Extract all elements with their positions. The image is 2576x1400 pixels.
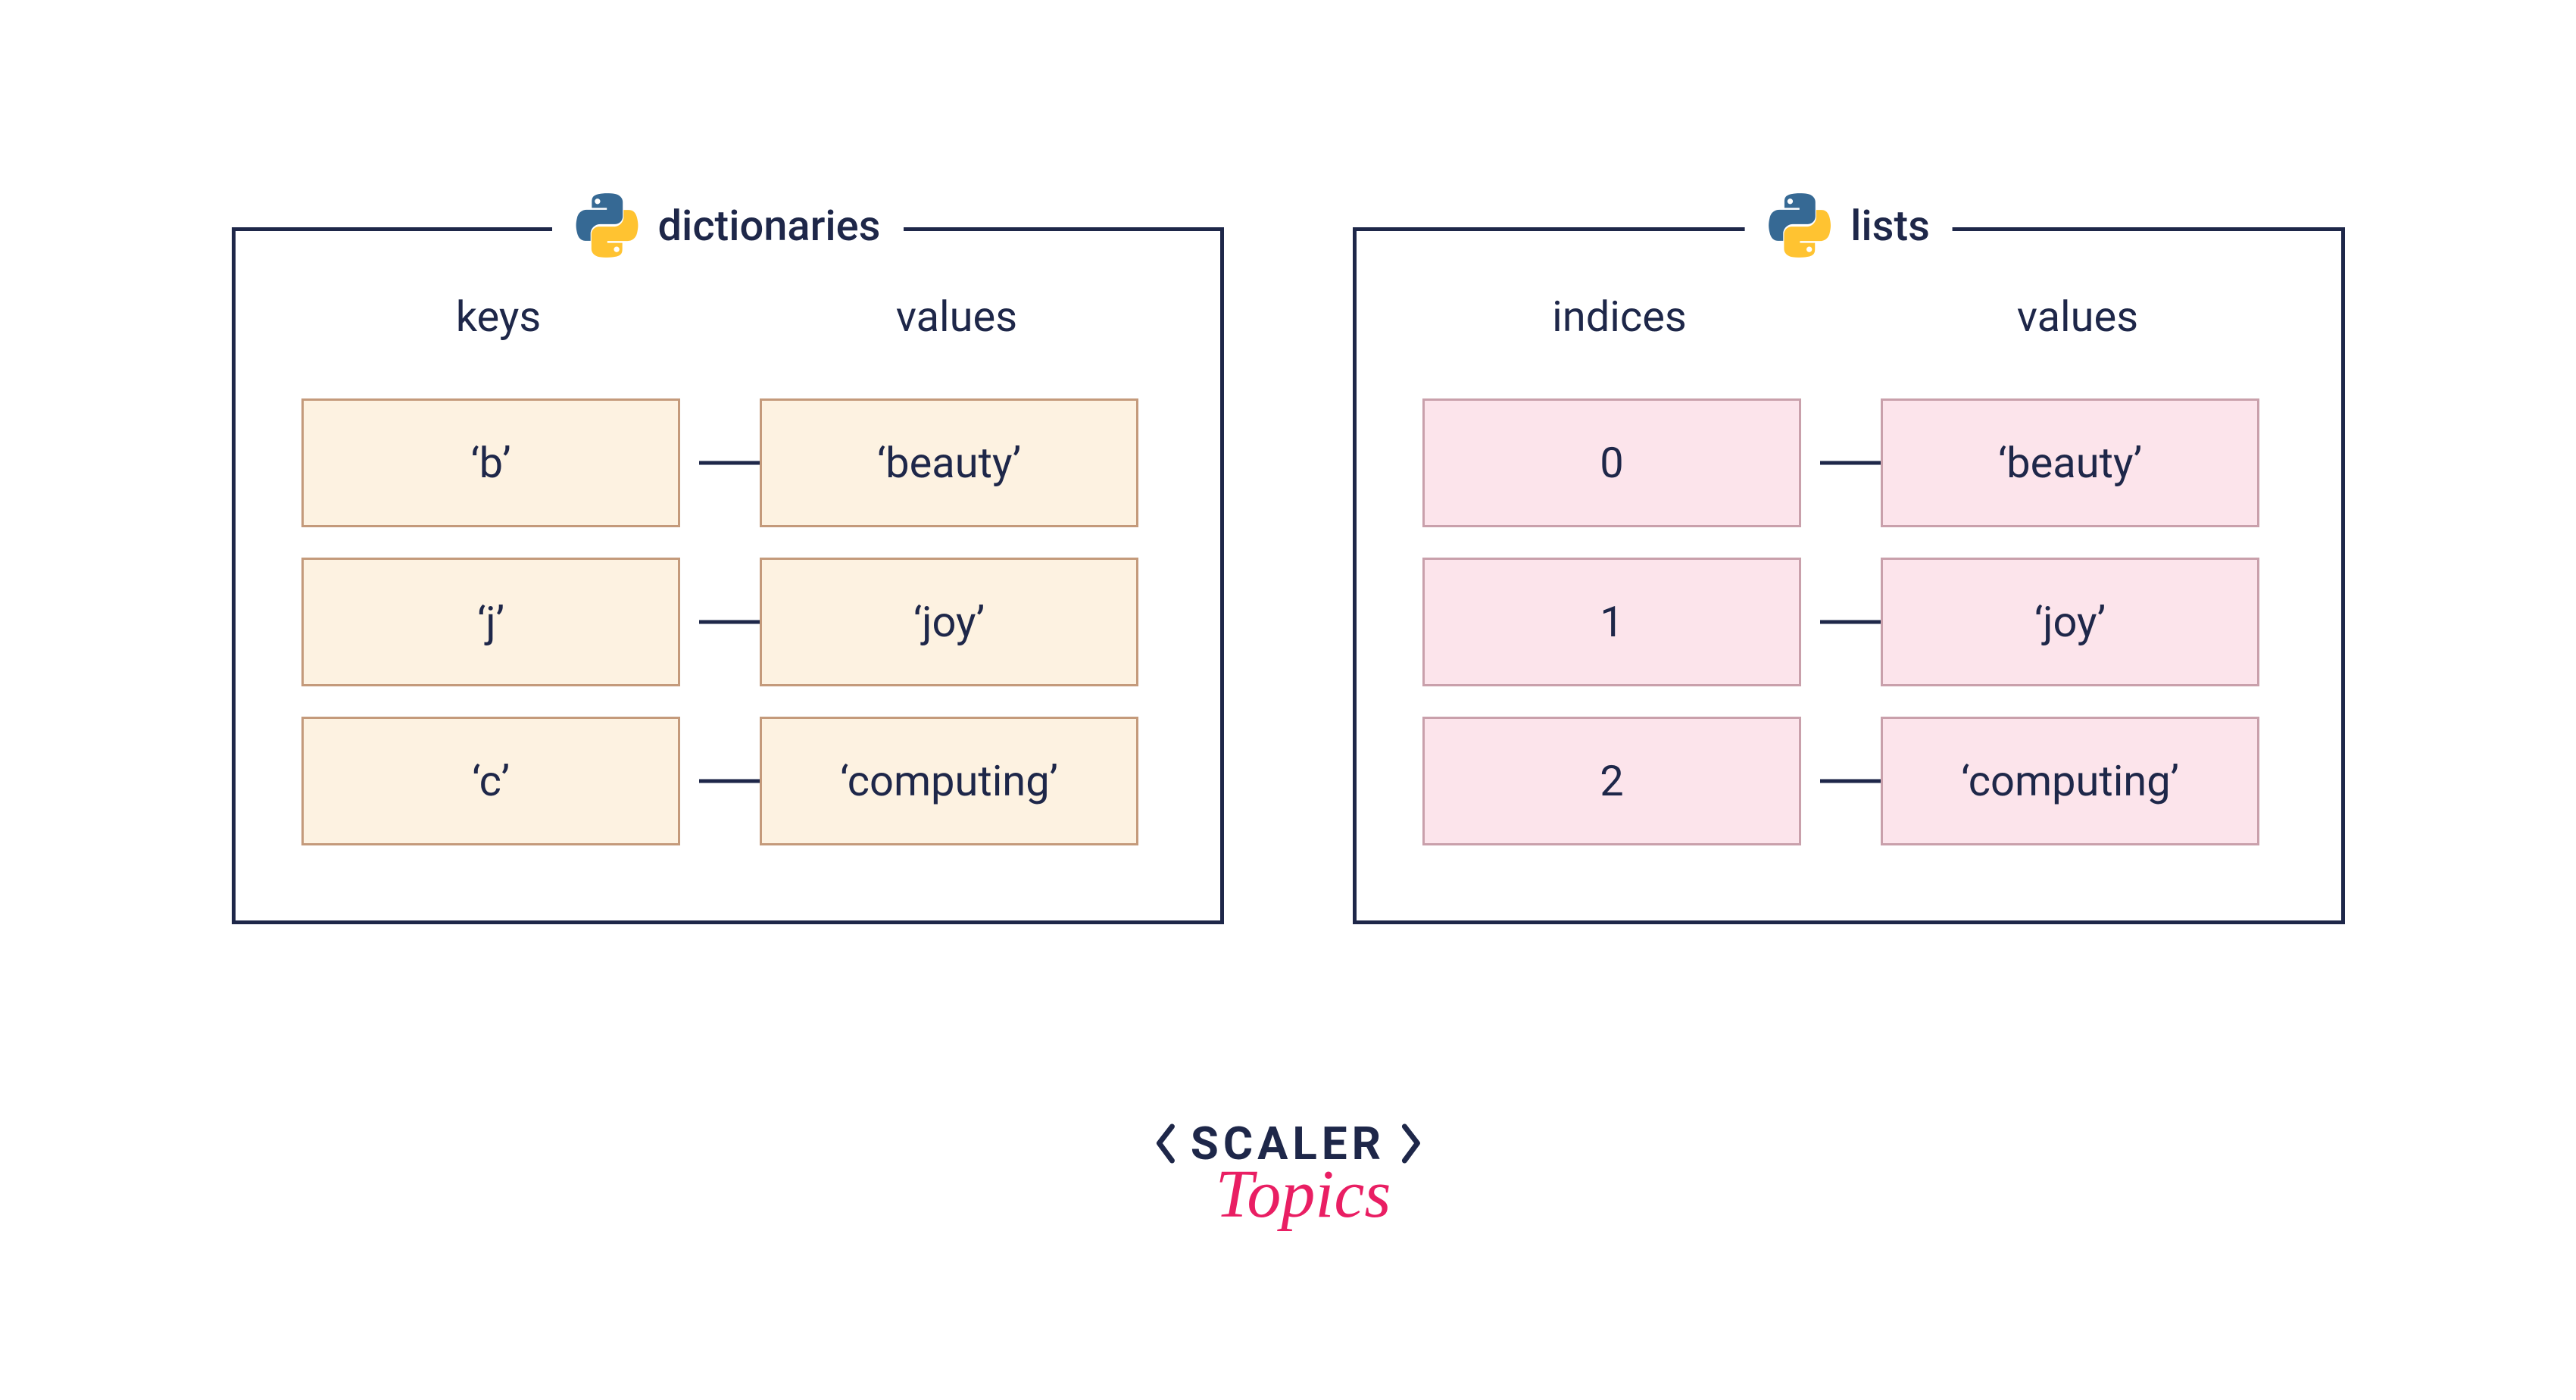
dictionaries-columns: keys ‘b’ ‘j’ ‘c’ [236, 231, 1220, 920]
value-row-1: ‘joy’ [1881, 558, 2275, 686]
dictionaries-title-group: dictionaries [552, 193, 904, 258]
index-row-2: 2 [1422, 717, 1816, 845]
value-cell: ‘beauty’ [760, 398, 1138, 527]
value-row-1: ‘joy’ [760, 558, 1154, 686]
python-icon [1767, 193, 1831, 258]
lists-title: lists [1850, 201, 1930, 251]
value-cell: ‘computing’ [1881, 717, 2259, 845]
chevron-left-icon [1153, 1123, 1176, 1164]
values-column-list: values ‘beauty’ ‘joy’ ‘computing’ [1881, 292, 2275, 920]
key-cell: ‘c’ [301, 717, 680, 845]
values-header-dict: values [896, 292, 1017, 342]
panels-container: dictionaries keys ‘b’ ‘j’ ‘c’ [0, 0, 2576, 924]
key-row-0: ‘b’ [301, 398, 695, 527]
index-row-0: 0 [1422, 398, 1816, 527]
key-row-2: ‘c’ [301, 717, 695, 845]
index-cell: 1 [1422, 558, 1801, 686]
index-row-1: 1 [1422, 558, 1816, 686]
lists-columns: indices 0 1 2 [1357, 231, 2341, 920]
lists-panel: lists indices 0 1 2 [1353, 227, 2345, 924]
scaler-logo: SCALER Topics [1153, 1117, 1423, 1233]
values-column-dict: values ‘beauty’ ‘joy’ ‘computing’ [760, 292, 1154, 920]
value-row-2: ‘computing’ [760, 717, 1154, 845]
dictionaries-title: dictionaries [658, 201, 881, 251]
keys-header: keys [456, 292, 542, 342]
indices-column: indices 0 1 2 [1422, 292, 1816, 920]
value-cell: ‘joy’ [1881, 558, 2259, 686]
indices-header: indices [1552, 292, 1687, 342]
value-row-0: ‘beauty’ [1881, 398, 2275, 527]
lists-title-group: lists [1744, 193, 1953, 258]
value-cell: ‘beauty’ [1881, 398, 2259, 527]
keys-column: keys ‘b’ ‘j’ ‘c’ [301, 292, 695, 920]
index-cell: 0 [1422, 398, 1801, 527]
chevron-right-icon [1400, 1123, 1423, 1164]
index-cell: 2 [1422, 717, 1801, 845]
topics-text: Topics [1216, 1155, 1391, 1233]
value-row-0: ‘beauty’ [760, 398, 1154, 527]
value-cell: ‘computing’ [760, 717, 1138, 845]
key-cell: ‘b’ [301, 398, 680, 527]
python-icon [575, 193, 639, 258]
value-row-2: ‘computing’ [1881, 717, 2275, 845]
values-header-list: values [2017, 292, 2138, 342]
key-cell: ‘j’ [301, 558, 680, 686]
value-cell: ‘joy’ [760, 558, 1138, 686]
dictionaries-panel: dictionaries keys ‘b’ ‘j’ ‘c’ [232, 227, 1224, 924]
key-row-1: ‘j’ [301, 558, 695, 686]
